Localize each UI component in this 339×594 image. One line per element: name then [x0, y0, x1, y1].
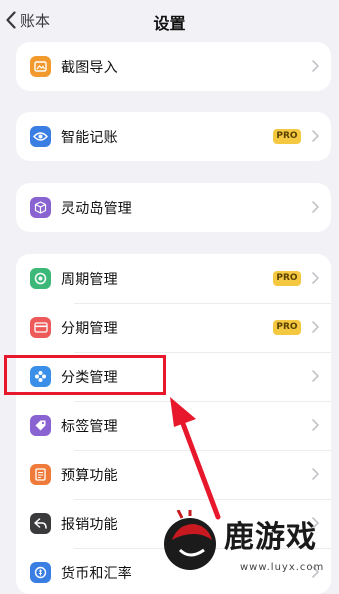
chevron-right-icon [312, 468, 319, 480]
pointer-arrow-icon [170, 397, 221, 520]
pro-badge: PRO [273, 320, 301, 335]
highlight-box [4, 355, 166, 395]
chevron-right-icon [312, 419, 319, 431]
pro-badge: PRO [273, 129, 301, 144]
row-label: 标签管理 [61, 418, 118, 435]
row-label: 货币和汇率 [61, 565, 132, 582]
tag-icon [30, 415, 51, 436]
row-label: 截图导入 [61, 59, 118, 76]
chevron-right-icon [312, 272, 319, 284]
settings-card: 截图导入 [16, 42, 331, 91]
cycle-icon [30, 268, 51, 289]
deer-logo-icon [164, 510, 216, 570]
settings-card: 灵动岛管理 [16, 183, 331, 232]
chevron-right-icon [312, 130, 319, 142]
chevron-right-icon [312, 60, 319, 72]
chevron-right-icon [312, 370, 319, 382]
row-label: 报销功能 [61, 516, 118, 533]
row-label: 灵动岛管理 [61, 200, 132, 217]
row-smart-booking[interactable]: 智能记账 PRO [16, 112, 331, 161]
pro-badge: PRO [273, 271, 301, 286]
screenshot-import-icon [30, 56, 51, 77]
card-icon [30, 317, 51, 338]
chevron-right-icon [312, 201, 319, 213]
row-label: 智能记账 [61, 129, 118, 146]
chevron-right-icon [312, 321, 319, 333]
row-cycle[interactable]: 周期管理 PRO [16, 254, 331, 303]
watermark-text: 鹿游戏 [224, 520, 317, 555]
row-label: 分期管理 [61, 320, 118, 337]
watermark-url: www.luyx.com [240, 562, 325, 573]
currency-icon [30, 562, 51, 583]
row-screenshot-import[interactable]: 截图导入 [16, 42, 331, 91]
row-dynamic-island[interactable]: 灵动岛管理 [16, 183, 331, 232]
page-title: 设置 [153, 14, 186, 33]
row-installment[interactable]: 分期管理 PRO [16, 303, 331, 352]
row-label: 预算功能 [61, 467, 118, 484]
watermark: 鹿游戏 www.luyx.com [160, 506, 339, 584]
settings-card: 智能记账 PRO [16, 112, 331, 161]
reimburse-icon [30, 513, 51, 534]
cube-icon [30, 197, 51, 218]
row-label: 周期管理 [61, 271, 118, 288]
nav-bar: 账本 设置 [0, 0, 339, 40]
budget-icon [30, 464, 51, 485]
eye-icon [30, 126, 51, 147]
